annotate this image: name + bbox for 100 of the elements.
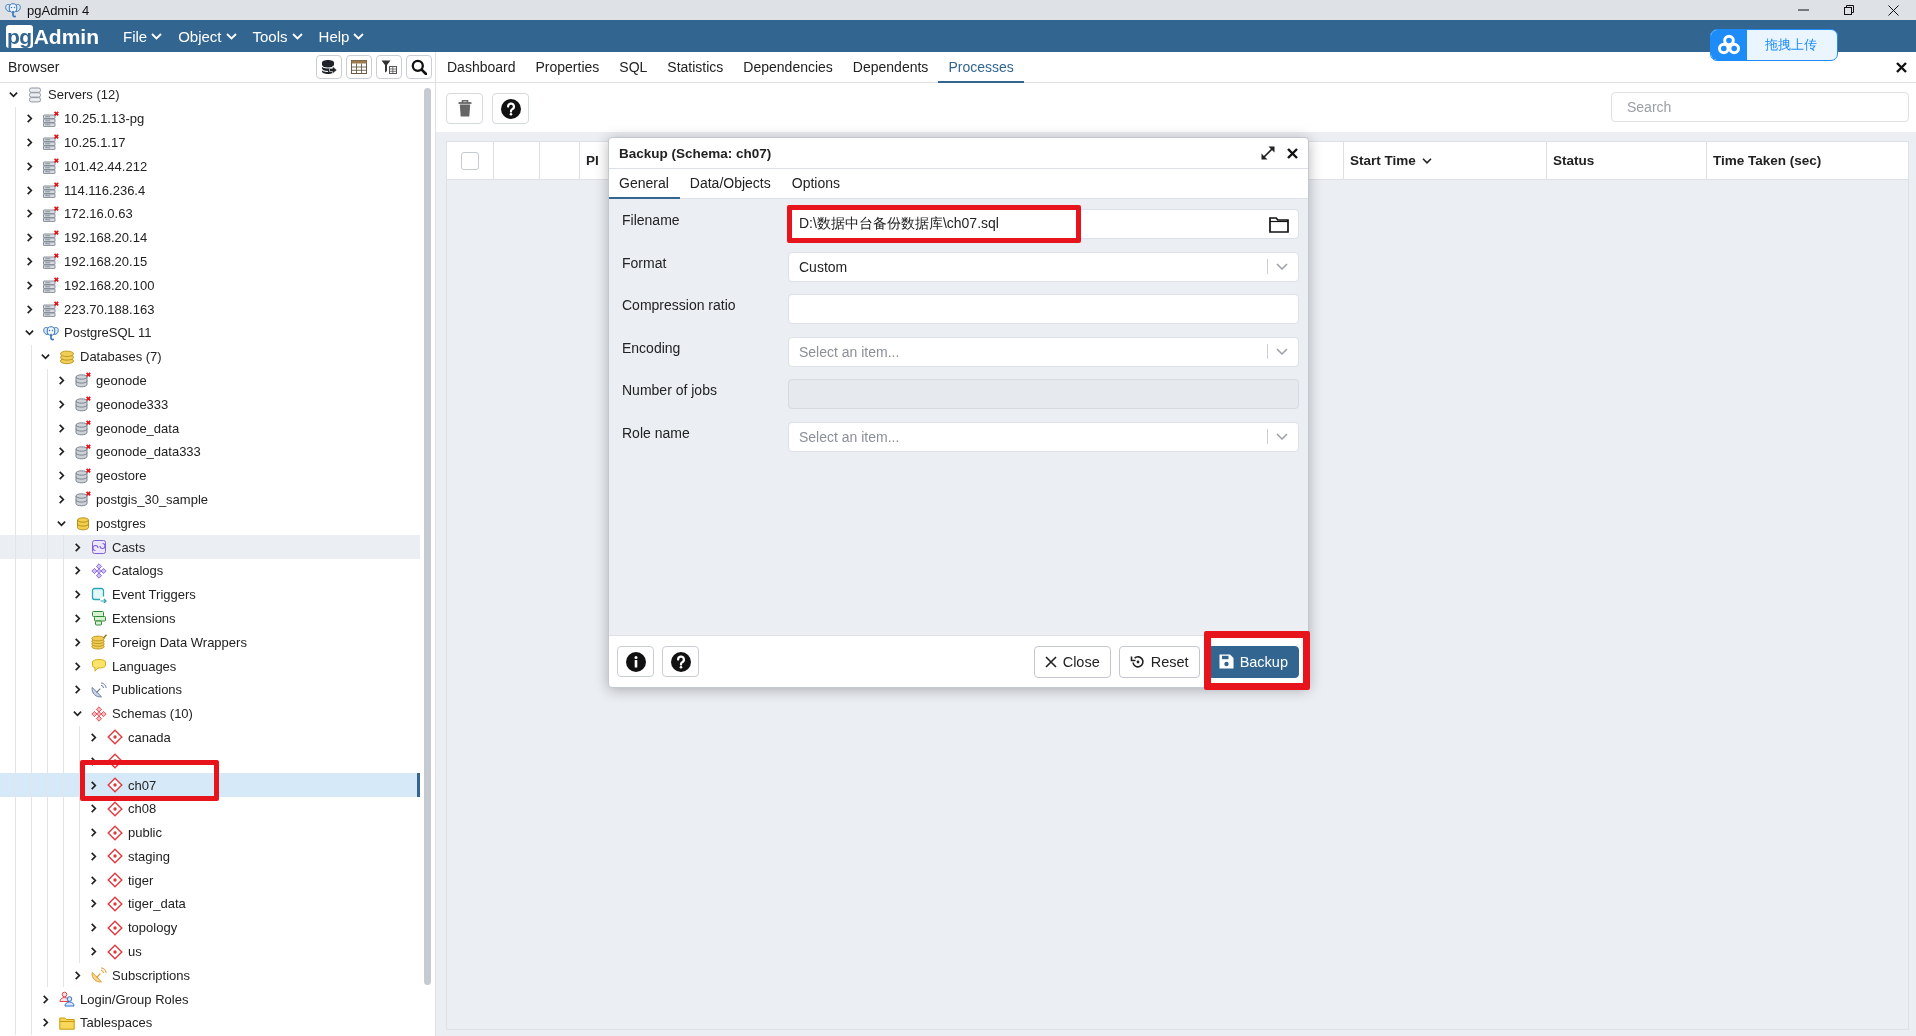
- diamond-grid-icon: [91, 562, 107, 579]
- close-icon[interactable]: [1287, 147, 1298, 159]
- toolbar-button[interactable]: [346, 55, 372, 79]
- diamond-icon: [107, 896, 123, 912]
- chevron-right-icon[interactable]: [89, 780, 98, 790]
- chevron-down-icon[interactable]: [73, 709, 82, 719]
- search-field[interactable]: Search: [1611, 92, 1909, 122]
- chevron-right-icon[interactable]: [57, 447, 66, 457]
- tree-item[interactable]: ch07: [0, 773, 420, 797]
- chevron-down-icon[interactable]: [41, 352, 50, 362]
- restore-icon[interactable]: [1843, 5, 1854, 15]
- chevron-right-icon[interactable]: [73, 970, 82, 980]
- blocks-icon: [91, 610, 107, 627]
- server-cross-icon: [43, 229, 59, 246]
- chevron-right-icon[interactable]: [57, 494, 66, 504]
- tab[interactable]: Dependencies: [733, 52, 843, 83]
- field-label: Compression ratio: [622, 296, 737, 315]
- menu-item[interactable]: Tools: [244, 20, 311, 52]
- help-button[interactable]: [662, 646, 699, 677]
- chevron-down-icon[interactable]: [57, 518, 66, 528]
- diamond-icon: [107, 777, 123, 793]
- folder-icon[interactable]: [1269, 216, 1289, 233]
- chevron-right-icon[interactable]: [89, 923, 98, 933]
- chevron-right-icon[interactable]: [89, 947, 98, 957]
- table-icon: [351, 60, 367, 74]
- chevron-right-icon[interactable]: [73, 566, 82, 576]
- chevron-right-icon[interactable]: [89, 899, 98, 909]
- chevron-right-icon[interactable]: [73, 685, 82, 695]
- dropdown[interactable]: Custom: [788, 251, 1299, 282]
- chevron-right-icon[interactable]: [25, 185, 34, 195]
- tab[interactable]: Dashboard: [437, 52, 526, 83]
- input-field[interactable]: [788, 294, 1299, 324]
- tab[interactable]: SQL: [609, 52, 658, 83]
- reset-button[interactable]: Reset: [1118, 645, 1200, 678]
- chevron-down-icon: [225, 32, 237, 40]
- chevron-right-icon[interactable]: [25, 233, 34, 243]
- close-icon[interactable]: [1896, 61, 1907, 73]
- chevron-right-icon[interactable]: [57, 471, 66, 481]
- chevron-right-icon[interactable]: [25, 280, 34, 290]
- chevron-right-icon[interactable]: [25, 138, 34, 147]
- chevron-right-icon[interactable]: [73, 661, 82, 671]
- logo-text: Admin: [33, 24, 99, 48]
- column-header[interactable]: Time Taken (sec): [1707, 142, 1908, 179]
- diamond-icon: [107, 800, 123, 817]
- chevron-down-icon: [1276, 433, 1288, 440]
- tab[interactable]: Dependents: [842, 52, 939, 83]
- chevron-right-icon[interactable]: [41, 994, 50, 1004]
- info-icon: [625, 651, 646, 672]
- chevron-down-icon[interactable]: [25, 328, 34, 338]
- chevron-down-icon[interactable]: [9, 90, 18, 100]
- chevron-right-icon[interactable]: [89, 851, 98, 861]
- diamond-icon: [107, 824, 123, 841]
- chevron-right-icon[interactable]: [73, 590, 82, 600]
- chevron-right-icon[interactable]: [89, 804, 98, 814]
- database-cross-icon: [75, 396, 91, 413]
- help-button[interactable]: [492, 93, 529, 124]
- toolbar-button[interactable]: [376, 55, 402, 79]
- chevron-right-icon[interactable]: [57, 423, 66, 433]
- tab[interactable]: Statistics: [657, 52, 734, 83]
- tab[interactable]: Data/Objects: [679, 169, 782, 199]
- checkbox[interactable]: [461, 151, 479, 170]
- info-button[interactable]: [617, 646, 654, 677]
- menu-item[interactable]: Help: [310, 20, 373, 52]
- chevron-right-icon[interactable]: [25, 161, 34, 171]
- menu-item[interactable]: File: [115, 20, 171, 52]
- chevron-right-icon[interactable]: [25, 114, 34, 124]
- chevron-right-icon[interactable]: [89, 875, 98, 885]
- chevron-right-icon[interactable]: [57, 399, 66, 409]
- chevron-right-icon[interactable]: [73, 542, 82, 552]
- menu-item[interactable]: Object: [170, 20, 245, 52]
- database-cross-icon: [75, 491, 91, 508]
- chevron-right-icon[interactable]: [73, 613, 82, 623]
- close-button[interactable]: Close: [1033, 645, 1111, 678]
- toolbar-button[interactable]: [316, 55, 342, 79]
- tab[interactable]: Properties: [525, 52, 610, 83]
- chevron-down-icon: [353, 32, 365, 40]
- expand-icon[interactable]: [1261, 146, 1275, 160]
- scrollbar-thumb[interactable]: [424, 88, 431, 985]
- chevron-right-icon[interactable]: [89, 732, 98, 742]
- server-cross-icon: [43, 158, 59, 175]
- column-header[interactable]: Status: [1547, 142, 1707, 179]
- chevron-right-icon[interactable]: [73, 637, 82, 647]
- folder-icon: [59, 1014, 75, 1031]
- tab[interactable]: Options: [781, 169, 851, 199]
- chevron-right-icon[interactable]: [25, 209, 34, 219]
- database-icon: [75, 515, 91, 532]
- chevron-down-icon: [1276, 348, 1288, 355]
- delete-button[interactable]: [446, 93, 483, 124]
- tab[interactable]: Processes: [938, 52, 1024, 83]
- tree-item[interactable]: Casts: [0, 535, 420, 559]
- close-icon[interactable]: [1888, 4, 1899, 16]
- chevron-right-icon[interactable]: [89, 828, 98, 838]
- chevron-right-icon[interactable]: [25, 256, 34, 266]
- chevron-right-icon[interactable]: [25, 304, 34, 314]
- toolbar-button[interactable]: [406, 55, 432, 79]
- elephant-icon: [5, 2, 21, 18]
- diamond-icon: [107, 872, 123, 889]
- chevron-right-icon[interactable]: [57, 375, 66, 385]
- chevron-right-icon[interactable]: [41, 1018, 50, 1028]
- column-header[interactable]: Start Time: [1344, 142, 1547, 179]
